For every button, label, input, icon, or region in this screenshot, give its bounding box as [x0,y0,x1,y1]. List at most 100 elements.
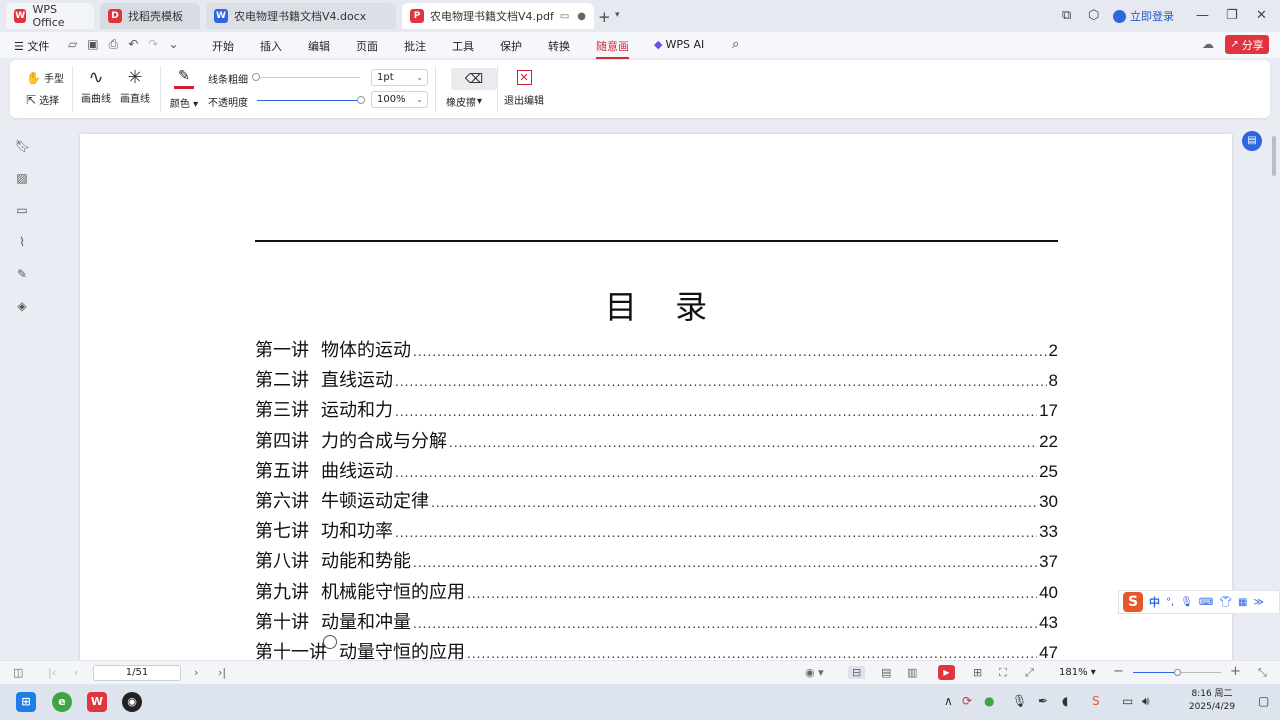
volume-icon[interactable]: 🔊︎ [1142,694,1150,709]
single-page-icon[interactable]: ▤ [881,666,891,679]
pen-tray-icon[interactable]: ✒ [1038,694,1048,708]
undo-icon[interactable]: ↶ [128,37,138,52]
tab-template[interactable]: D 找稻壳模板 [100,3,200,29]
search-icon[interactable]: ⌕ [732,37,739,52]
tab-start[interactable]: 开始 [212,38,234,54]
draw-curve-button[interactable]: ∿ 画曲线 [80,66,112,105]
floating-tool-button[interactable]: ▤ [1242,131,1262,151]
chevron-down-icon[interactable]: ▾ [615,10,620,20]
zoom-out-icon[interactable]: − [1113,664,1124,679]
exit-edit-button[interactable]: ✕ 退出编辑 [502,70,546,107]
cube-icon[interactable]: ⬡ [1088,8,1099,23]
toc-entry[interactable]: 第四讲 力的合成与分解..............................… [255,427,1058,457]
file-menu[interactable]: ☰ 文件 [14,38,49,54]
fit-page-icon[interactable]: ⛶ [999,666,1007,680]
tab-edit[interactable]: 编辑 [308,38,330,54]
double-page-icon[interactable]: ▥ [907,666,917,679]
redo-icon[interactable]: ↷ [148,37,158,52]
sync-icon[interactable]: ⟳ [962,694,972,708]
toc-entry[interactable]: 第二讲 直线运动.................................… [255,366,1058,396]
eye-protection-icon[interactable]: ◉ ▾ [805,666,824,679]
opacity-select[interactable]: 100% ⌄ [371,91,428,108]
notification-icon[interactable]: ▢ [1258,694,1269,708]
toc-entry[interactable]: 第五讲 曲线运动.................................… [255,457,1058,487]
obs-icon[interactable]: ◉ [122,692,142,712]
audio-tray-icon[interactable]: ◖ [1062,694,1068,708]
windows-start-icon[interactable]: ⊞ [16,692,36,712]
select-tool-button[interactable]: ⇱ 选择 [26,92,59,108]
tab-annotate[interactable]: 批注 [404,38,426,54]
tab-convert[interactable]: 转换 [548,38,570,54]
thumbnail-icon[interactable]: ▨ [15,171,29,185]
skin-icon[interactable]: 👕︎ [1219,597,1232,608]
last-page-icon[interactable]: ›| [218,666,226,679]
zoom-slider-handle[interactable] [1174,669,1181,676]
wps-ai-button[interactable]: ◆ WPS AI [654,38,704,51]
toc-entry[interactable]: 第九讲 机械能守恒的应用.............................… [255,578,1058,608]
cloud-sync-icon[interactable]: ☁ [1202,37,1214,51]
toc-entry[interactable]: 第三讲 运动和力.................................… [255,396,1058,426]
fullscreen-icon[interactable]: ⤢ [1025,666,1034,680]
opacity-slider-handle[interactable] [357,96,365,104]
scrollbar-thumb[interactable] [1272,136,1276,176]
line-width-slider[interactable] [256,77,360,78]
share-button[interactable]: ↗ 分享 [1225,35,1269,54]
login-button[interactable]: 立即登录 [1113,8,1174,24]
zoom-in-icon[interactable]: + [1230,664,1241,679]
tab-insert[interactable]: 插入 [260,38,282,54]
page-number-input[interactable]: 1/51 [93,665,181,681]
zoom-select[interactable]: 181% ▾ [1059,667,1096,678]
ime-mode[interactable]: 中 [1149,594,1160,610]
print-icon[interactable]: ⎙ [109,37,119,52]
vertical-scrollbar[interactable] [1270,124,1278,660]
keyboard-icon[interactable]: ⌨ [1199,597,1213,608]
continuous-view-icon[interactable]: ⊞ [973,666,982,679]
microphone-icon[interactable]: 🎙︎ [1180,597,1193,608]
network-icon[interactable]: ▭ [1122,694,1133,708]
open-folder-icon[interactable]: ▱ [68,37,77,52]
tab-freehand[interactable]: 随意画 [596,38,629,59]
system-clock[interactable]: 8:16 周二 2025/4/29 [1180,688,1244,714]
pdf-page[interactable]: 目 录 第一讲 物体的运动............................… [80,134,1232,660]
toc-entry[interactable]: 第十讲 动量和冲量................................… [255,608,1058,638]
eraser-menu[interactable]: 橡皮擦 ▾ [446,94,482,109]
wps-taskbar-icon[interactable]: W [87,692,107,712]
tab-wps-office[interactable]: W WPS Office [6,3,94,29]
layers-icon[interactable]: ◈ [15,299,29,313]
line-width-slider-handle[interactable] [252,73,260,81]
tab-page[interactable]: 页面 [356,38,378,54]
toc-entry[interactable]: 第一讲 物体的运动................................… [255,336,1058,366]
fit-width-icon[interactable]: ⊟ [848,666,866,679]
apps-grid-icon[interactable]: ▦ [1238,597,1247,608]
toc-entry[interactable]: 第六讲 牛顿运动定律...............................… [255,487,1058,517]
tab-protect[interactable]: 保护 [500,38,522,54]
tray-chevron-up-icon[interactable]: ∧ [944,694,953,708]
toc-entry[interactable]: 第八讲 动能和势能................................… [255,547,1058,577]
toc-entry[interactable]: 第十一讲 动量守恒的应用.............................… [255,638,1058,660]
attachment-icon[interactable]: ⌇ [15,235,29,249]
sidebar-toggle-icon[interactable]: ◫ [13,666,23,679]
tab-tools[interactable]: 工具 [452,38,474,54]
draw-line-button[interactable]: ✳ 画直线 [118,66,152,105]
chevron-down-icon[interactable]: ⌄ [168,37,178,52]
hand-tool-button[interactable]: ✋ 手型 [26,70,64,86]
maximize-icon[interactable]: ❐ [1226,8,1238,23]
toc-entry[interactable]: 第七讲 功和功率.................................… [255,517,1058,547]
save-icon[interactable]: ▣ [87,37,98,52]
sogou-logo-icon[interactable]: S [1123,592,1143,612]
monitor-icon[interactable]: ▭ [560,11,569,22]
unsaved-dot-icon[interactable]: ● [577,11,586,22]
sogou-tray-icon[interactable]: S [1092,694,1100,708]
eraser-button[interactable]: ⌫ [451,68,497,90]
punctuation-icon[interactable]: °, [1166,597,1174,608]
more-icon[interactable]: ≫ [1253,597,1263,608]
signature-icon[interactable]: ✎ [15,267,29,281]
first-page-icon[interactable]: |‹ [48,666,56,679]
window-restore-icon[interactable]: ⧉ [1062,8,1071,23]
close-icon[interactable]: ✕ [1256,8,1267,23]
edge-browser-icon[interactable]: e [52,692,72,712]
tab-docx[interactable]: W 农电物理书籍文档V4.docx [206,3,396,29]
color-picker-button[interactable]: ✎ 颜色 ▾ [168,68,200,110]
mic-tray-icon[interactable]: 🎙︎ [1012,694,1027,708]
bookmark-icon[interactable]: 🔖︎ [15,139,30,153]
